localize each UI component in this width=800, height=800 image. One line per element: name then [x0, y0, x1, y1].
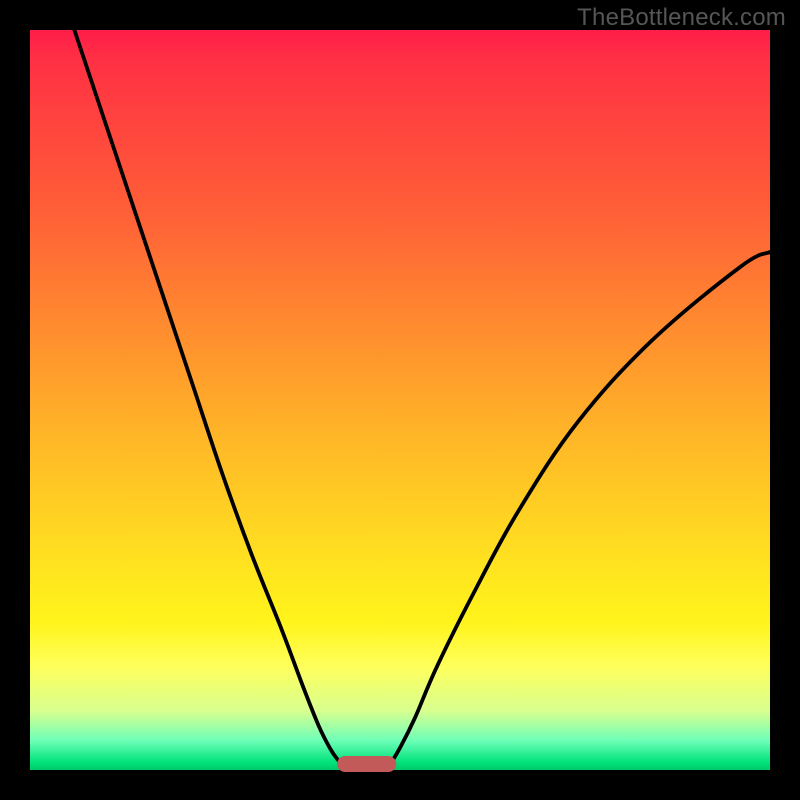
plot-area: [30, 30, 770, 770]
gradient-background: [30, 30, 770, 770]
chart-frame: TheBottleneck.com: [0, 0, 800, 800]
watermark-text: TheBottleneck.com: [577, 4, 786, 32]
